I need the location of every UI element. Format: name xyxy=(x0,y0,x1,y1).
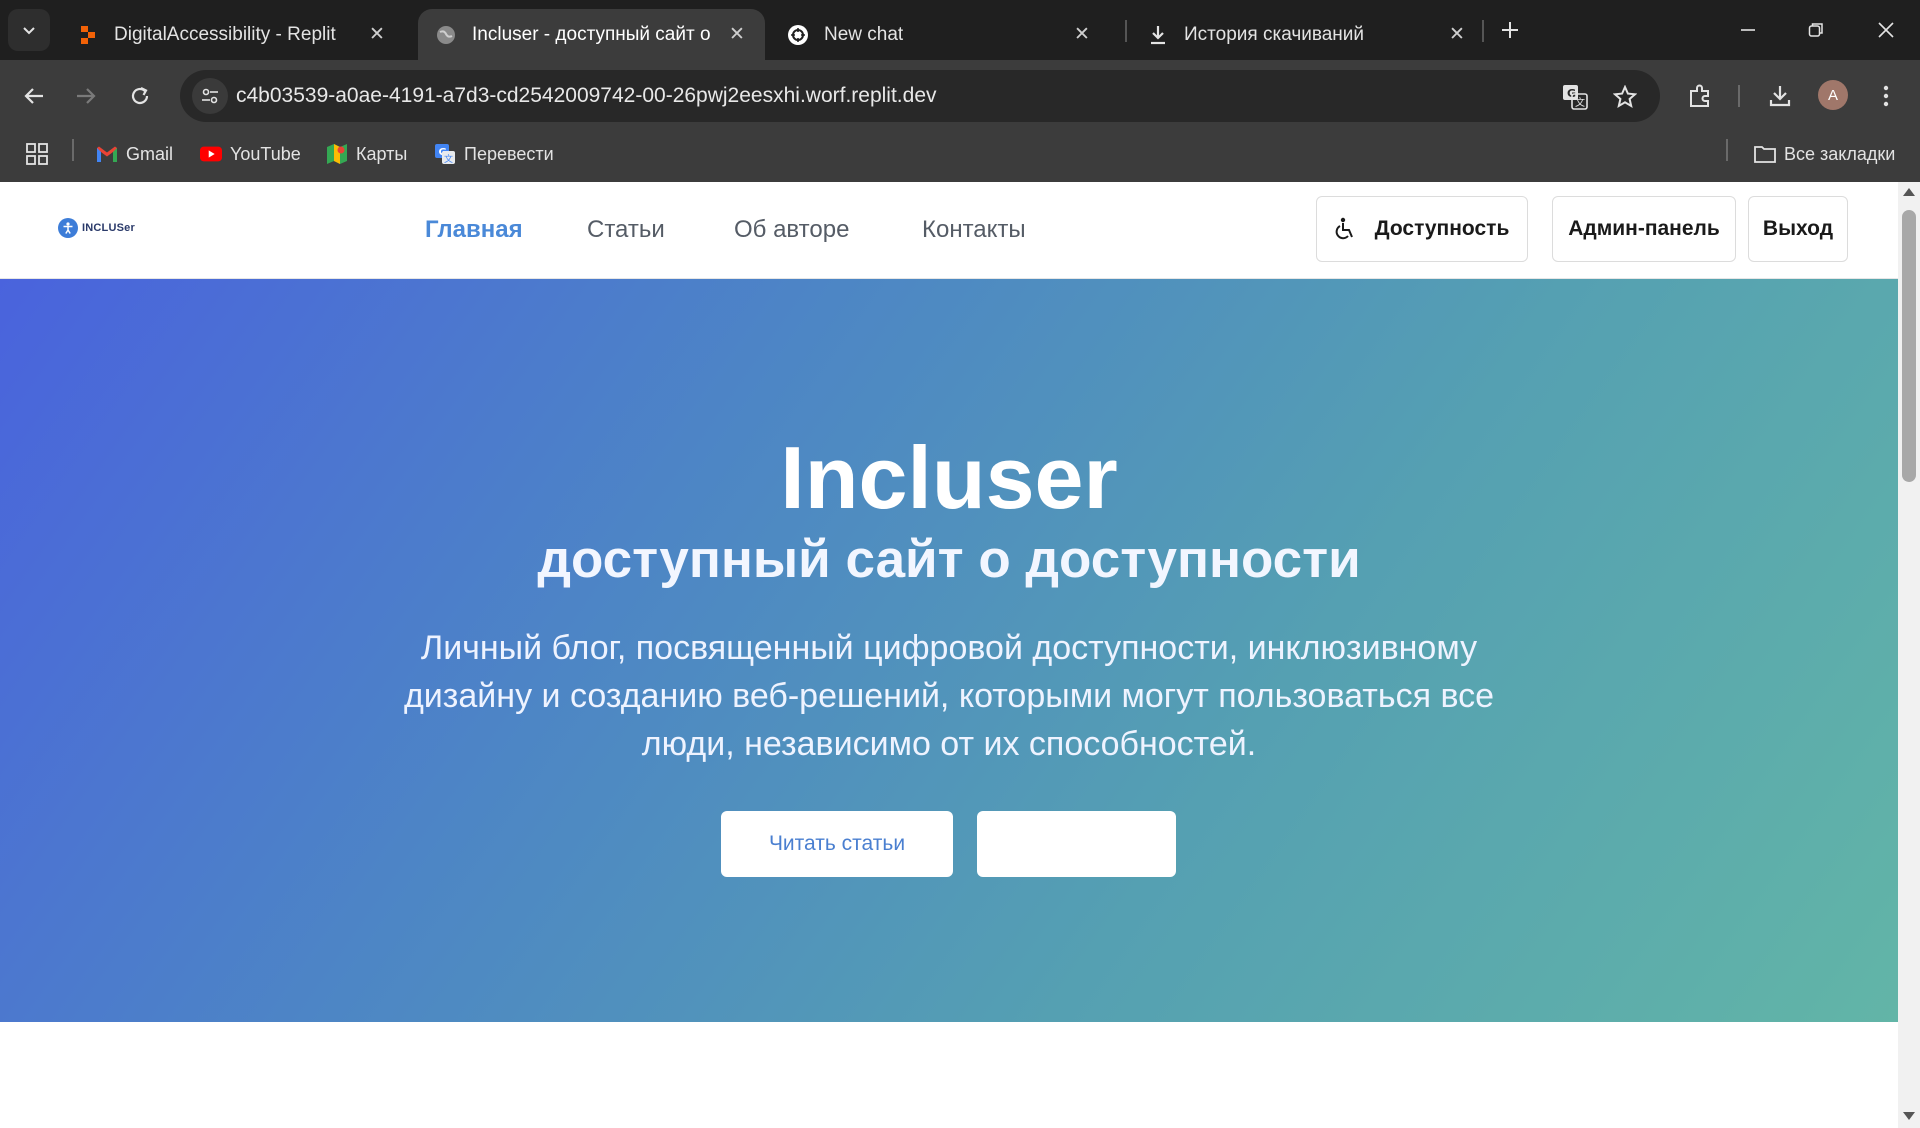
url-text[interactable]: c4b03539-a0ae-4191-a7d3-cd2542009742-00-… xyxy=(236,84,937,108)
close-icon xyxy=(1878,22,1894,38)
apps-grid-icon xyxy=(26,143,48,165)
nav-link-home[interactable]: Главная xyxy=(425,216,523,244)
tab-downloads[interactable]: История скачиваний ✕ xyxy=(1130,9,1485,60)
tab-separator xyxy=(1125,20,1127,42)
hero-subtitle: доступный сайт о доступности xyxy=(537,530,1361,589)
nav-link-articles[interactable]: Статьи xyxy=(587,216,665,244)
restore-button[interactable] xyxy=(1786,10,1846,50)
svg-text:文: 文 xyxy=(444,153,453,165)
close-icon[interactable]: ✕ xyxy=(725,23,749,47)
address-bar[interactable]: c4b03539-a0ae-4191-a7d3-cd2542009742-00-… xyxy=(180,70,1660,122)
globe-icon xyxy=(434,23,458,47)
bookmark-maps[interactable]: Карты xyxy=(326,138,407,170)
arrow-left-icon xyxy=(24,88,43,104)
close-icon[interactable]: ✕ xyxy=(1445,23,1469,47)
read-articles-button[interactable]: Читать статьи xyxy=(721,811,953,877)
all-bookmarks-label: Все закладки xyxy=(1784,143,1896,164)
hero-section: Incluser доступный сайт о доступности Ли… xyxy=(0,279,1898,1022)
tab-search-button[interactable] xyxy=(8,9,50,51)
replit-icon xyxy=(76,23,100,47)
tab-strip: DigitalAccessibility - Replit ✕ Incluser… xyxy=(0,0,1920,60)
bookmark-divider xyxy=(72,139,74,161)
download-icon xyxy=(1146,23,1170,47)
downloads-icon[interactable] xyxy=(1760,76,1800,116)
bookmark-label: Перевести xyxy=(464,143,554,164)
bookmark-youtube[interactable]: YouTube xyxy=(200,138,301,170)
reload-button[interactable] xyxy=(120,76,160,116)
tab-incluser[interactable]: Incluser - доступный сайт о до ✕ xyxy=(418,9,765,60)
scroll-down-icon[interactable] xyxy=(1903,1112,1915,1120)
tab-title: Incluser - доступный сайт о до xyxy=(472,23,715,45)
tab-title: DigitalAccessibility - Replit xyxy=(114,23,336,45)
folder-icon xyxy=(1754,143,1776,165)
scrollbar-thumb[interactable] xyxy=(1902,210,1916,482)
logout-button[interactable]: Выход xyxy=(1748,196,1848,262)
maps-icon xyxy=(326,143,348,165)
minimize-button[interactable] xyxy=(1718,10,1778,50)
accessibility-button[interactable]: Доступность xyxy=(1316,196,1528,262)
close-icon[interactable]: ✕ xyxy=(1070,23,1094,47)
tab-new-chat[interactable]: New chat ✕ xyxy=(770,9,1110,60)
bookmark-gmail[interactable]: Gmail xyxy=(96,138,173,170)
close-icon[interactable]: ✕ xyxy=(365,23,389,47)
close-window-button[interactable] xyxy=(1856,10,1916,50)
nav-link-about[interactable]: Об авторе xyxy=(734,216,849,244)
chevron-down-icon xyxy=(23,27,35,35)
scroll-up-icon[interactable] xyxy=(1903,188,1915,196)
youtube-icon xyxy=(200,143,222,165)
translate-icon: G文 xyxy=(434,143,456,165)
bookmark-label: Карты xyxy=(356,143,408,164)
site-header: INCLUSer Главная Статьи Об авторе Контак… xyxy=(0,182,1898,279)
new-tab-button[interactable] xyxy=(1494,14,1526,46)
nav-link-contacts[interactable]: Контакты xyxy=(922,216,1026,244)
bookmark-label: YouTube xyxy=(230,143,301,164)
site-info-icon[interactable] xyxy=(192,78,228,114)
gmail-icon xyxy=(96,143,118,165)
page-scrollbar[interactable] xyxy=(1898,182,1920,1128)
restore-icon xyxy=(1808,23,1823,37)
hero-description: Личный блог, посвященный цифровой доступ… xyxy=(403,629,1495,763)
apps-button[interactable] xyxy=(26,138,56,170)
extensions-icon[interactable] xyxy=(1680,76,1720,116)
back-button[interactable] xyxy=(14,76,54,116)
accessibility-button-label: Доступность xyxy=(1374,217,1510,240)
page-viewport: INCLUSer Главная Статьи Об авторе Контак… xyxy=(0,182,1920,1128)
menu-kebab-icon[interactable] xyxy=(1866,76,1906,116)
plus-icon xyxy=(1502,22,1518,38)
tab-separator xyxy=(1482,20,1484,42)
bookmark-divider xyxy=(1726,139,1728,161)
bookmark-label: Gmail xyxy=(126,143,174,164)
star-icon[interactable] xyxy=(1610,82,1640,112)
tab-title: New chat xyxy=(824,23,904,45)
secondary-hero-button[interactable] xyxy=(977,811,1176,877)
profile-avatar[interactable]: A xyxy=(1818,80,1848,110)
svg-text:文: 文 xyxy=(1575,96,1585,109)
admin-panel-button[interactable]: Админ-панель xyxy=(1552,196,1736,262)
site-logo[interactable]: INCLUSer xyxy=(58,218,135,238)
toolbar-divider xyxy=(1738,85,1740,107)
all-bookmarks-button[interactable]: Все закладки xyxy=(1754,138,1895,170)
forward-button[interactable] xyxy=(66,76,106,116)
hero-title: Incluser xyxy=(780,428,1118,527)
tab-replit[interactable]: DigitalAccessibility - Replit ✕ xyxy=(60,9,405,60)
reload-icon xyxy=(131,87,149,105)
arrow-right-icon xyxy=(77,88,96,104)
translate-page-icon[interactable]: G文 xyxy=(1560,82,1590,112)
minimize-icon xyxy=(1741,29,1755,31)
wheelchair-icon xyxy=(1335,217,1357,241)
accessibility-logo-icon xyxy=(58,218,78,238)
openai-icon xyxy=(786,23,810,47)
tab-title: История скачиваний xyxy=(1184,23,1365,45)
bookmark-translate[interactable]: G文 Перевести xyxy=(434,138,554,170)
logo-text: INCLUSer xyxy=(82,222,135,234)
